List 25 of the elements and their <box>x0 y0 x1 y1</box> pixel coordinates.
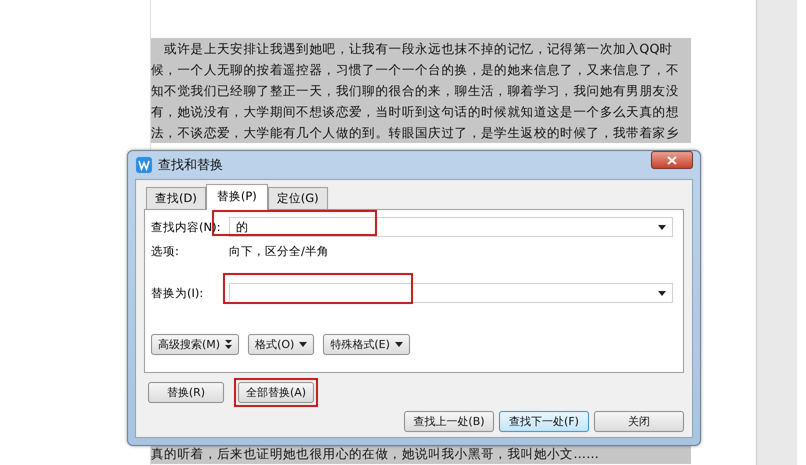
caret-icon <box>299 342 308 347</box>
options-value: 向下，区分全/半角 <box>229 244 329 258</box>
close-button[interactable] <box>651 151 693 169</box>
replace-button[interactable]: 替换(R) <box>148 382 224 403</box>
dialog-button[interactable]: 查找下一处(F) <box>499 411 589 432</box>
dialog-button[interactable]: 查找上一处(B) <box>404 411 494 432</box>
replace-field[interactable] <box>229 283 673 303</box>
dropdown-button[interactable]: 特殊格式(E) <box>323 334 410 355</box>
options-label: 选项: <box>151 244 180 258</box>
double-caret-icon <box>225 340 232 349</box>
dialog-button[interactable]: 关闭 <box>594 411 684 432</box>
find-field[interactable]: 的 <box>229 217 673 237</box>
dropdown-arrow-icon <box>658 224 666 230</box>
dropdown-button[interactable]: 高级搜索(M) <box>151 334 240 355</box>
close-icon <box>667 156 677 164</box>
app-logo-icon <box>136 157 152 173</box>
dialog-title: 查找和替换 <box>158 157 223 174</box>
tab[interactable]: 替换(P) <box>206 184 268 210</box>
caret-icon <box>394 342 403 347</box>
tab[interactable]: 查找(D) <box>146 187 206 209</box>
replace-label: 替换为(I): <box>151 286 204 300</box>
dropdown-arrow-icon <box>658 290 666 296</box>
tab[interactable]: 定位(G) <box>268 187 328 209</box>
dropdown-button[interactable]: 格式(O) <box>248 334 314 355</box>
replace-button[interactable]: 全部替换(A) <box>238 382 314 403</box>
